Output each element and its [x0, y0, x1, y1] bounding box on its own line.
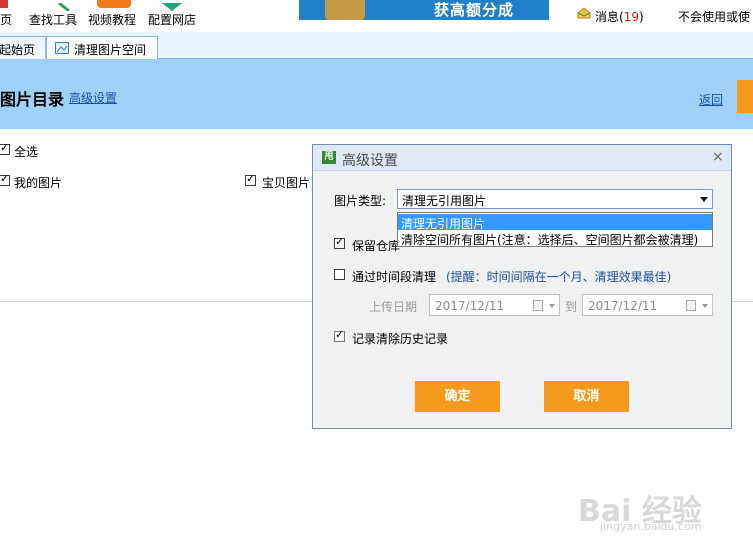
toolbar-item-video-tutorial[interactable]: 视频教程	[88, 11, 136, 28]
date-from-input[interactable]: 2017/12/11	[429, 294, 560, 316]
app-logo-icon: 甩	[322, 151, 336, 164]
image-type-select[interactable]: 清理无引用图片	[397, 189, 713, 209]
image-type-value: 清理无引用图片	[402, 194, 487, 208]
select-all-checkbox[interactable]	[0, 141, 10, 155]
image-tab-icon	[55, 42, 69, 54]
chevron-down-icon	[700, 197, 708, 202]
page-header: 图片目录 高级设置 返回	[0, 59, 753, 129]
toolbar-item-home[interactable]: 页	[0, 11, 12, 28]
page-title: 图片目录	[0, 90, 65, 109]
my-images-label: 我的图片	[14, 176, 63, 190]
keep-warehouse-checkbox[interactable]	[334, 235, 345, 249]
tab-strip: 起始页 清理图片空间	[0, 32, 753, 59]
banner-text: 获高额分成	[434, 1, 515, 19]
my-images-checkbox[interactable]	[0, 172, 10, 186]
calendar-icon[interactable]	[686, 300, 696, 311]
tab-clean-image-space[interactable]: 清理图片空间	[46, 36, 158, 59]
messages-paren: )	[638, 10, 644, 24]
date-to-input[interactable]: 2017/12/11	[582, 294, 713, 316]
toolbar-item-store-config[interactable]: 配置网店	[148, 11, 196, 28]
tab-clean-image-space-label: 清理图片空间	[74, 43, 147, 57]
store-config-icon[interactable]	[162, 0, 182, 11]
date-to-label: 到	[565, 300, 578, 314]
messages-link[interactable]: 消息(19)	[595, 8, 644, 25]
back-link[interactable]: 返回	[699, 91, 723, 108]
close-icon[interactable]: ×	[712, 149, 724, 165]
date-from-value: 2017/12/11	[435, 299, 505, 313]
confirm-button[interactable]: 确定	[415, 381, 500, 412]
dialog-titlebar[interactable]: 甩 高级设置 ×	[313, 145, 731, 171]
advanced-settings-link[interactable]: 高级设置	[69, 89, 117, 106]
top-toolbar: 页 查找工具 视频教程 配置网店 获高额分成 消息(19) 不会使用或使	[0, 0, 753, 32]
messages-count: 19	[623, 10, 639, 24]
promo-banner[interactable]: 获高额分成	[299, 0, 549, 20]
dropdown-option[interactable]: 清理无引用图片	[398, 214, 712, 231]
advanced-settings-dialog: 甩 高级设置 × 图片类型: 清理无引用图片 保留仓库 通过时间段清理 (提醒：…	[312, 144, 732, 429]
chevron-down-icon[interactable]	[549, 304, 555, 308]
tab-start-page[interactable]: 起始页	[0, 36, 46, 59]
watermark-url: jingyan.baidu.com	[600, 520, 702, 533]
upload-date-label: 上传日期	[369, 300, 418, 314]
chevron-down-icon[interactable]	[702, 304, 708, 308]
messages-label: 消息(	[595, 10, 624, 24]
video-icon[interactable]	[97, 0, 131, 8]
item-images-checkbox[interactable]	[245, 172, 256, 186]
record-history-checkbox[interactable]	[334, 328, 345, 342]
time-range-hint: (提醒：时间间隔在一个月、清理效果最佳)	[446, 270, 672, 284]
home-icon[interactable]	[0, 0, 8, 8]
image-type-dropdown: 清理无引用图片 清除空间所有图片(注意：选择后、空间图片都会被清理)	[397, 212, 713, 247]
cancel-button[interactable]: 取消	[544, 381, 629, 412]
dropdown-option[interactable]: 清除空间所有图片(注意：选择后、空间图片都会被清理)	[398, 230, 712, 247]
dropdown-option-label: 清除空间所有图片(注意：选择后、空间图片都会被清理)	[401, 233, 699, 247]
record-history-label: 记录清除历史记录	[352, 332, 449, 346]
time-range-checkbox[interactable]	[334, 269, 345, 280]
select-all-label: 全选	[14, 145, 39, 159]
date-to-value: 2017/12/11	[588, 299, 658, 313]
search-tool-icon[interactable]	[58, 0, 70, 13]
header-action-button[interactable]	[737, 80, 753, 113]
dialog-title: 高级设置	[342, 153, 398, 169]
calendar-icon[interactable]	[533, 300, 543, 311]
keep-warehouse-label: 保留仓库	[352, 239, 401, 253]
coin-stack-icon	[325, 0, 365, 20]
image-type-label: 图片类型:	[334, 194, 387, 208]
help-text[interactable]: 不会使用或使	[678, 8, 750, 25]
toolbar-item-search-tool[interactable]: 查找工具	[29, 11, 77, 28]
message-icon[interactable]	[577, 6, 591, 20]
item-images-label: 宝贝图片	[262, 176, 311, 190]
tab-start-page-label: 起始页	[0, 43, 36, 57]
time-range-label: 通过时间段清理	[352, 270, 437, 284]
